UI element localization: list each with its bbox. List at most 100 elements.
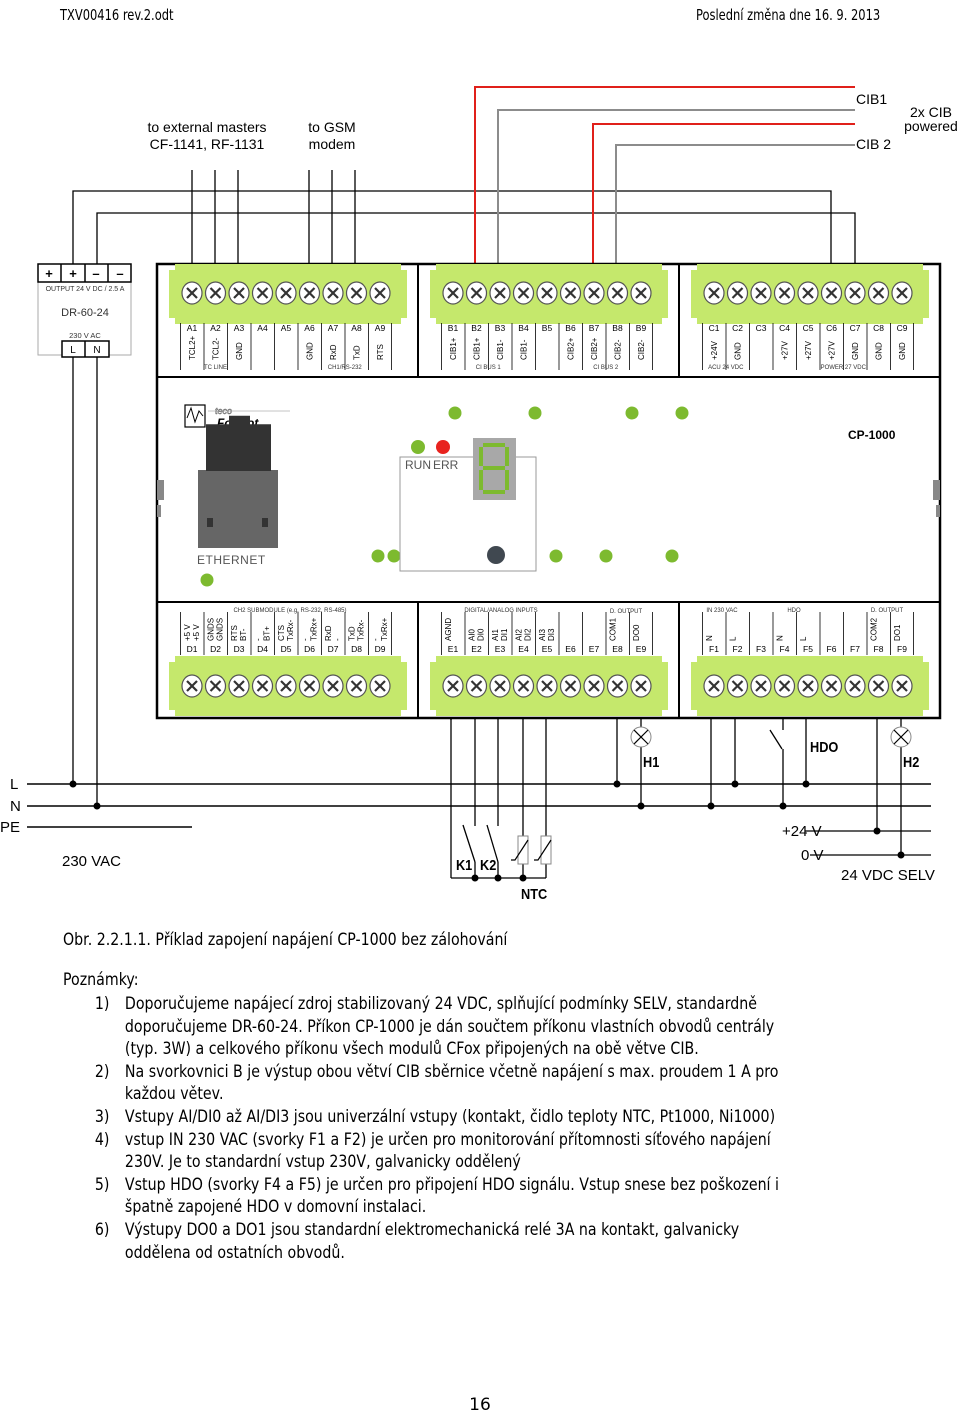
terminal-label: A5 bbox=[281, 323, 292, 333]
terminal-screw-icon[interactable] bbox=[844, 281, 866, 305]
terminal-label: C4 bbox=[779, 323, 790, 333]
run-label: RUN bbox=[405, 458, 431, 472]
signal-label: CIB2- bbox=[614, 339, 623, 360]
terminal-label: B6 bbox=[565, 323, 576, 333]
terminal-screw-icon[interactable] bbox=[345, 281, 368, 305]
notes-title: Poznámky: bbox=[63, 970, 139, 989]
terminal-label: D4 bbox=[257, 644, 268, 654]
terminal-label: D3 bbox=[234, 644, 245, 654]
label-ntc: NTC bbox=[521, 885, 547, 902]
terminal-screw-icon[interactable] bbox=[298, 281, 321, 305]
terminal-screw-icon[interactable] bbox=[630, 281, 652, 305]
terminal-screw-icon[interactable] bbox=[442, 674, 464, 698]
terminal-screw-icon[interactable] bbox=[820, 281, 843, 305]
top-wires bbox=[72, 170, 856, 264]
lamp-h2-icon bbox=[890, 726, 912, 748]
terminal-screw-icon[interactable] bbox=[465, 281, 488, 305]
terminal-screw-icon[interactable] bbox=[559, 674, 582, 698]
terminal-screw-icon[interactable] bbox=[228, 281, 250, 305]
signal-label: RTS bbox=[230, 625, 239, 641]
ps-terminal-n: N bbox=[93, 345, 100, 356]
terminal-label: D7 bbox=[328, 644, 339, 654]
terminal-label: D8 bbox=[351, 644, 362, 654]
terminal-screw-icon[interactable] bbox=[867, 674, 890, 698]
terminal-screw-icon[interactable] bbox=[512, 674, 535, 698]
terminal-screw-icon[interactable] bbox=[204, 674, 227, 698]
terminal-screw-icon[interactable] bbox=[181, 281, 203, 305]
terminal-screw-icon[interactable] bbox=[275, 281, 297, 305]
mains-label: 230 VAC bbox=[62, 853, 121, 870]
terminal-screw-icon[interactable] bbox=[489, 674, 511, 698]
terminal-screw-icon[interactable] bbox=[773, 674, 796, 698]
terminal-screw-icon[interactable] bbox=[583, 674, 605, 698]
terminal-screw-icon[interactable] bbox=[251, 281, 274, 305]
service-button[interactable] bbox=[487, 546, 505, 564]
signal-label: GND bbox=[306, 342, 315, 360]
terminal-screw-icon[interactable] bbox=[489, 281, 511, 305]
terminal-screw-icon[interactable] bbox=[442, 281, 464, 305]
terminal-screw-icon[interactable] bbox=[181, 674, 203, 698]
terminal-screw-icon[interactable] bbox=[322, 281, 344, 305]
err-led bbox=[436, 440, 450, 454]
terminal-label: E2 bbox=[471, 644, 482, 654]
terminal-screw-icon[interactable] bbox=[891, 281, 913, 305]
terminal-screw-icon[interactable] bbox=[726, 674, 749, 698]
terminal-screw-icon[interactable] bbox=[536, 674, 558, 698]
terminal-screw-icon[interactable] bbox=[512, 281, 535, 305]
terminal-screw-icon[interactable] bbox=[844, 674, 866, 698]
note-number: 3) bbox=[94, 1106, 110, 1126]
terminal-screw-icon[interactable] bbox=[251, 674, 274, 698]
signal-label: CIB1- bbox=[496, 339, 505, 360]
note-text: Na svorkovnici B je výstup obou větví CI… bbox=[124, 1061, 779, 1104]
lamp-h1-icon bbox=[630, 726, 652, 748]
mains-rails bbox=[27, 783, 931, 828]
terminal-label: D9 bbox=[375, 644, 386, 654]
terminal-label: E4 bbox=[518, 644, 529, 654]
terminal-screw-icon[interactable] bbox=[606, 281, 629, 305]
terminal-screw-icon[interactable] bbox=[345, 674, 368, 698]
terminal-screw-icon[interactable] bbox=[465, 674, 488, 698]
terminal-screw-icon[interactable] bbox=[630, 674, 652, 698]
note-number: 1) bbox=[94, 994, 110, 1013]
terminal-screw-icon[interactable] bbox=[773, 281, 796, 305]
terminal-screw-icon[interactable] bbox=[369, 674, 391, 698]
label-k1: K1 bbox=[456, 856, 473, 873]
signal-label: +27V bbox=[828, 340, 837, 360]
terminal-screw-icon[interactable] bbox=[750, 281, 772, 305]
terminal-label: F1 bbox=[709, 644, 719, 654]
terminal-screw-icon[interactable] bbox=[583, 281, 605, 305]
label-h1: H1 bbox=[643, 753, 660, 770]
terminal-screw-icon[interactable] bbox=[797, 674, 819, 698]
terminal-screw-icon[interactable] bbox=[703, 281, 725, 305]
terminal-label: B7 bbox=[589, 323, 600, 333]
terminal-label: C2 bbox=[732, 323, 743, 333]
terminal-screw-icon[interactable] bbox=[750, 674, 772, 698]
terminal-screw-icon[interactable] bbox=[703, 674, 725, 698]
signal-label: GND bbox=[898, 342, 907, 360]
cib-wires bbox=[474, 86, 855, 264]
terminal-label: D2 bbox=[210, 644, 221, 654]
signal-label: TxD bbox=[353, 345, 362, 360]
terminal-screw-icon[interactable] bbox=[298, 674, 321, 698]
terminal-screw-icon[interactable] bbox=[606, 674, 629, 698]
note-item: 5) Vstup HDO (svorky F4 a F5) je určen pr… bbox=[63, 1174, 889, 1219]
signal-label: +24V bbox=[710, 340, 719, 360]
terminal-screw-icon[interactable] bbox=[275, 674, 297, 698]
signal-label: RxD bbox=[329, 344, 338, 360]
terminal-screw-icon[interactable] bbox=[204, 281, 227, 305]
terminal-screw-icon[interactable] bbox=[726, 281, 749, 305]
terminal-screw-icon[interactable] bbox=[797, 281, 819, 305]
terminal-screw-icon[interactable] bbox=[369, 281, 391, 305]
signal-label: DI1 bbox=[500, 628, 509, 641]
terminal-screw-icon[interactable] bbox=[891, 674, 913, 698]
ethernet-label: ETHERNET bbox=[197, 553, 266, 567]
terminal-label: C7 bbox=[850, 323, 861, 333]
terminal-screw-icon[interactable] bbox=[228, 674, 250, 698]
terminal-screw-icon[interactable] bbox=[322, 674, 344, 698]
terminal-screw-icon[interactable] bbox=[559, 281, 582, 305]
ethernet-port[interactable] bbox=[198, 415, 278, 548]
err-label: ERR bbox=[433, 458, 459, 472]
terminal-screw-icon[interactable] bbox=[820, 674, 843, 698]
terminal-screw-icon[interactable] bbox=[867, 281, 890, 305]
terminal-screw-icon[interactable] bbox=[536, 281, 558, 305]
